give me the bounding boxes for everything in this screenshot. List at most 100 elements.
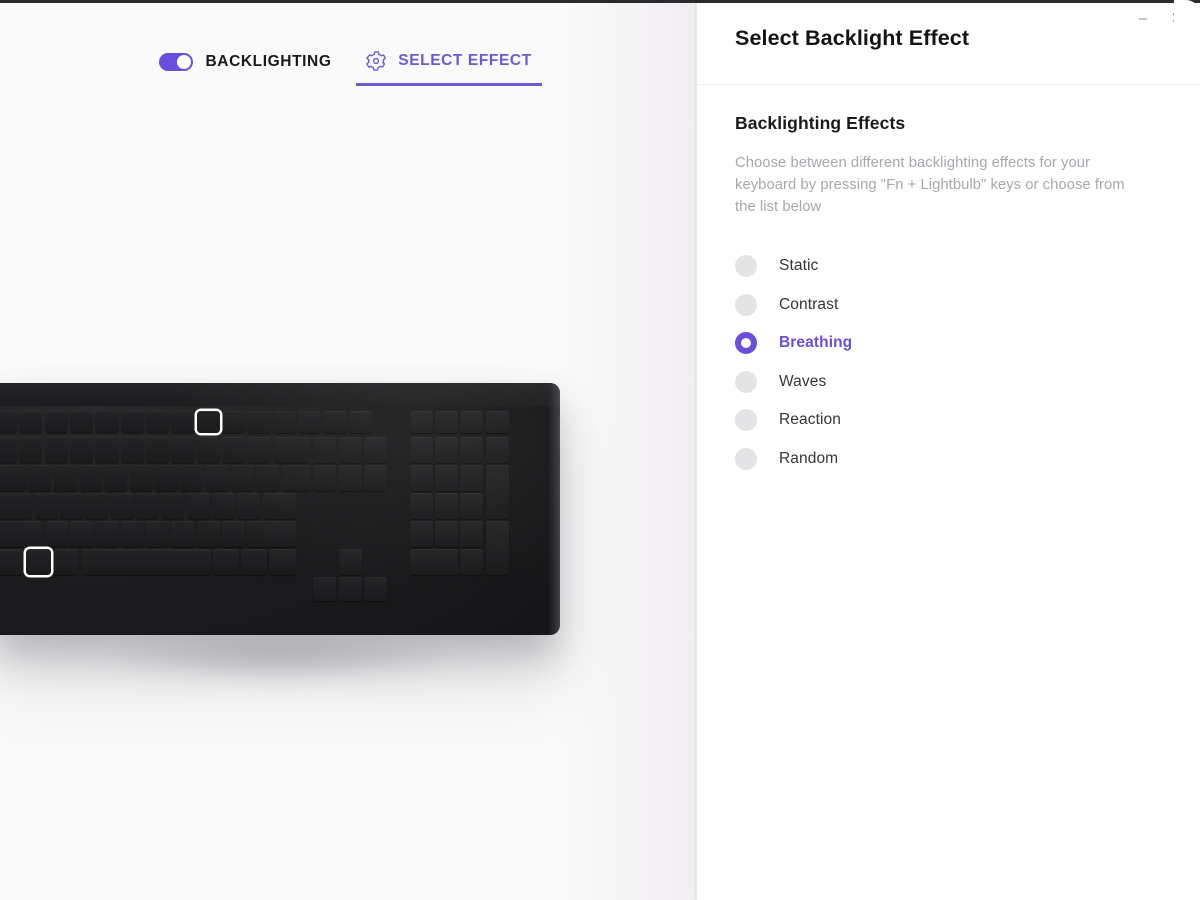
radio-icon[interactable] — [735, 293, 757, 316]
keyboard-key — [460, 437, 484, 463]
keyboard-key — [409, 437, 433, 463]
tab-select-effect-label: SELECT EFFECT — [398, 51, 532, 69]
effect-option-contrast[interactable]: Contrast — [735, 286, 1035, 325]
keyboard-key-highlighted — [196, 411, 220, 433]
keyboard-key — [237, 493, 261, 519]
effect-radio-group: Static Contrast Breathing Waves Reaction Rand… — [735, 247, 1035, 478]
radio-icon[interactable] — [735, 255, 757, 278]
keyboard-key — [0, 465, 26, 491]
keyboard-key — [313, 465, 337, 491]
section-description: Choose between different backlighting ef… — [735, 155, 1125, 215]
keyboard-key — [146, 521, 170, 547]
keyboard-key — [44, 521, 68, 547]
keyboard-key — [44, 437, 68, 463]
section-heading: Backlighting Effects — [735, 113, 906, 133]
backlight-effect-dialog: – ✕ Select Backlight Effect Backlighting… — [697, 0, 1200, 900]
tab-select-effect[interactable]: SELECT EFFECT — [355, 38, 542, 86]
effect-option-static[interactable]: Static — [735, 247, 1035, 286]
keyboard-key — [59, 493, 84, 519]
keyboard-key — [171, 521, 195, 547]
effect-option-reaction[interactable]: Reaction — [735, 401, 1035, 440]
window-chrome-edge — [0, 0, 1200, 3]
keyboard-key — [313, 437, 337, 463]
keyboard-key — [247, 411, 271, 433]
keyboard-key — [298, 411, 322, 433]
keyboard-key — [434, 521, 459, 547]
keyboard-key — [129, 465, 153, 491]
gear-icon — [366, 50, 387, 71]
effect-option-random[interactable]: Random — [735, 440, 1035, 479]
keyboard-key — [460, 493, 484, 519]
keyboard-key — [338, 437, 362, 463]
effect-option-label: Waves — [779, 372, 827, 390]
keyboard-key — [434, 411, 459, 433]
radio-icon[interactable] — [735, 409, 757, 432]
keyboard-key — [196, 521, 220, 547]
keyboard-key — [434, 437, 459, 463]
keyboard-key — [485, 411, 509, 433]
effect-option-label: Static — [779, 257, 819, 275]
effect-option-breathing[interactable]: Breathing — [735, 324, 1035, 363]
keyboard-key — [70, 411, 94, 433]
keyboard-key — [434, 493, 459, 519]
tab-backlighting[interactable]: BACKLIGHTING — [155, 38, 331, 86]
keyboard-key — [135, 493, 160, 519]
application-window: BACKLIGHTING SELECT EFFECT – Select Back… — [0, 0, 1200, 900]
keyboard-top-strip — [0, 383, 560, 406]
keyboard-key — [78, 465, 103, 491]
keyboard-key — [104, 465, 128, 491]
tab-backlighting-label: BACKLIGHTING — [205, 53, 332, 70]
keyboard-key — [95, 437, 119, 463]
keyboard-key — [409, 549, 459, 575]
backlighting-toggle[interactable] — [159, 53, 194, 71]
keyboard-key — [230, 465, 255, 491]
keyboard-key — [409, 411, 433, 433]
effects-toolbar: BACKLIGHTING SELECT EFFECT — [0, 38, 697, 94]
keyboard-key — [281, 465, 312, 491]
keyboard-key — [95, 521, 119, 547]
minimize-button[interactable]: – — [1128, 5, 1158, 31]
keyboard-key — [95, 411, 119, 433]
effect-option-label: Random — [779, 449, 839, 467]
keyboard-key — [323, 411, 347, 433]
page-title: Select Backlight Effect — [735, 26, 970, 50]
radio-icon[interactable] — [735, 447, 757, 470]
keyboard-key — [338, 465, 362, 491]
keyboard-key — [338, 577, 362, 601]
keyboard-key — [247, 437, 271, 463]
header-divider — [697, 84, 1200, 85]
toggle-knob — [177, 55, 192, 69]
keyboard-key — [460, 549, 484, 575]
keyboard-key — [154, 465, 179, 491]
keyboard-key — [85, 493, 109, 519]
keyboard-key — [161, 493, 185, 519]
keyboard-key — [180, 465, 204, 491]
keyboard-key — [146, 437, 170, 463]
effect-option-waves[interactable]: Waves — [735, 363, 1035, 402]
keyboard-key — [272, 437, 312, 463]
radio-icon[interactable] — [735, 370, 757, 393]
keyboard-key — [485, 521, 509, 575]
keyboard-key — [120, 411, 144, 433]
keyboard-key — [460, 411, 484, 433]
keyboard-key — [186, 493, 210, 519]
keyboard-key — [256, 465, 280, 491]
keyboard-key — [409, 465, 433, 491]
keyboard-key-highlighted — [25, 549, 52, 575]
keyboard-key — [409, 521, 433, 547]
keyboard-key — [241, 549, 267, 575]
keyboard-key — [460, 465, 484, 491]
effect-option-label: Breathing — [779, 334, 853, 352]
device-preview-panel: BACKLIGHTING SELECT EFFECT — [0, 0, 697, 900]
keyboard-key — [19, 411, 43, 433]
keyboard-key — [171, 411, 195, 433]
radio-icon[interactable] — [735, 332, 757, 355]
keyboard-key — [205, 465, 229, 491]
keyboard-key — [146, 411, 170, 433]
keyboard-key — [120, 437, 144, 463]
keyboard-key — [247, 521, 296, 547]
keyboard-key — [53, 465, 77, 491]
keyboard-key — [262, 493, 296, 519]
keyboard-key — [19, 437, 43, 463]
keyboard-key — [34, 493, 58, 519]
